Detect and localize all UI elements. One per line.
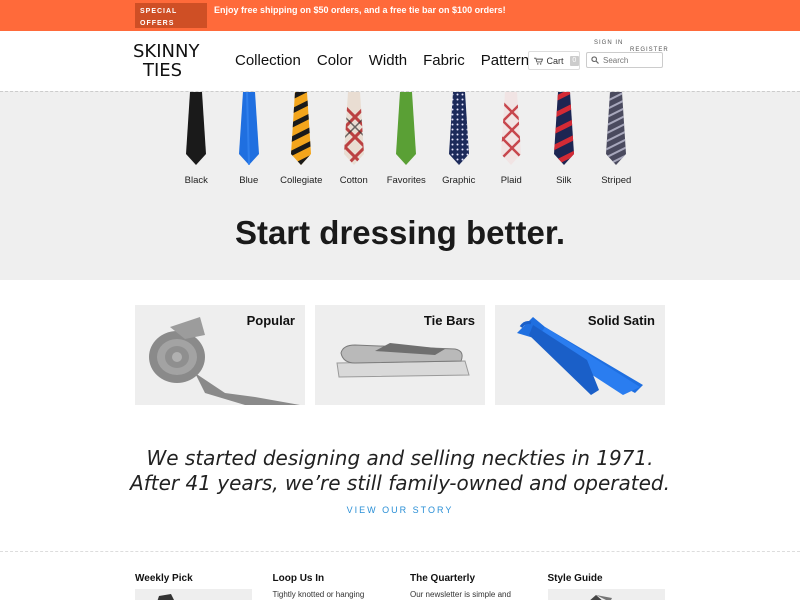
tie-black-icon	[186, 92, 207, 165]
tie-category-black[interactable]: Black	[170, 92, 223, 186]
col-title-style-guide: Style Guide	[547, 573, 603, 584]
tie-label-collegiate: Collegiate	[280, 175, 323, 186]
tie-blue-icon	[238, 92, 259, 166]
story-line-1: We started designing and selling necktie…	[146, 446, 654, 470]
tie-category-favorites[interactable]: Favorites	[380, 92, 433, 186]
tile-solid-satin[interactable]: Solid Satin	[495, 305, 665, 405]
tie-graphic-icon	[448, 92, 469, 165]
special-offers-badge[interactable]: SPECIAL OFFERS	[135, 3, 207, 28]
col-title-weekly-pick: Weekly Pick	[135, 573, 193, 584]
nav-pattern[interactable]: Pattern	[481, 52, 529, 69]
tie-label-striped: Striped	[601, 175, 632, 186]
tie-category-striped[interactable]: Striped	[590, 92, 643, 186]
sign-in-link[interactable]: SIGN In	[594, 40, 623, 46]
tile-tie-bars[interactable]: Tie Bars	[315, 305, 485, 405]
hero-banner: Black Blue Collegiate Cotton Favorites G…	[0, 91, 800, 280]
tie-category-silk[interactable]: Silk	[538, 92, 591, 186]
story-section: We started designing and selling necktie…	[0, 446, 800, 518]
search-icon	[591, 56, 599, 64]
tie-collegiate-icon	[291, 92, 312, 165]
cart-label: Cart	[546, 55, 564, 66]
tie-label-silk: Silk	[556, 175, 572, 186]
nav-width[interactable]: Width	[369, 52, 407, 69]
tie-category-plaid[interactable]: Plaid	[485, 92, 538, 186]
main-nav: Collection Color Width Fabric Pattern	[235, 52, 529, 69]
col-loop-us-in: Loop Us In Tightly knotted or hanging	[273, 573, 411, 600]
tie-category-cotton[interactable]: Cotton	[328, 92, 381, 186]
footer-columns: Weekly Pick Loop Us In Tightly knotted o…	[135, 573, 685, 600]
story-line-2: After 41 years, we’re still family-owned…	[130, 471, 670, 495]
cart-button[interactable]: Cart 0	[528, 51, 580, 70]
style-guide-image[interactable]	[547, 589, 665, 600]
tie-cotton-icon	[343, 92, 364, 165]
tie-label-cotton: Cotton	[339, 175, 368, 186]
nav-fabric[interactable]: Fabric	[423, 52, 465, 69]
nav-collection[interactable]: Collection	[235, 52, 301, 69]
promo-bar: SPECIAL OFFERS Enjoy free shipping on $5…	[0, 0, 800, 31]
tie-striped-icon	[606, 92, 627, 165]
tie-plaid-icon	[501, 92, 522, 165]
tie-category-blue[interactable]: Blue	[223, 92, 276, 186]
section-divider	[0, 551, 800, 552]
logo-top-text: SKINNY	[133, 41, 200, 62]
tie-category-graphic[interactable]: Graphic	[433, 92, 486, 186]
tie-label-black: Black	[184, 175, 208, 186]
tie-favorites-icon	[396, 92, 417, 165]
nav-color[interactable]: Color	[317, 52, 353, 69]
promo-text: Enjoy free shipping on $50 orders, and a…	[214, 5, 506, 15]
col-text-the-quarterly: Our newsletter is simple and	[410, 590, 511, 599]
category-tiles: Popular Tie Bars Solid Satin	[135, 305, 665, 405]
tie-label-favorites: Favorites	[386, 175, 426, 186]
weekly-pick-image[interactable]	[135, 589, 252, 600]
tie-label-plaid: Plaid	[500, 175, 522, 186]
cart-icon	[534, 57, 543, 65]
col-weekly-pick: Weekly Pick	[135, 573, 273, 600]
hero-title: Start dressing better.	[234, 214, 566, 251]
col-title-the-quarterly: The Quarterly	[410, 573, 476, 584]
logo-bottom-text: TIES	[143, 60, 183, 81]
search-box[interactable]	[586, 52, 663, 68]
tie-label-graphic: Graphic	[442, 175, 476, 186]
cart-count: 0	[569, 55, 579, 66]
col-title-loop-us-in: Loop Us In	[272, 573, 325, 584]
tie-label-blue: Blue	[239, 175, 259, 186]
col-text-loop-us-in: Tightly knotted or hanging	[272, 590, 365, 599]
tie-category-row: Black Blue Collegiate Cotton Favorites G…	[170, 92, 643, 186]
tile-label-solid-satin: Solid Satin	[587, 313, 655, 328]
tile-label-tie-bars: Tie Bars	[423, 313, 475, 328]
view-our-story-link[interactable]: VIEW OUR STORY	[347, 505, 454, 515]
tile-popular[interactable]: Popular	[135, 305, 305, 405]
tile-label-popular: Popular	[246, 313, 295, 328]
site-header: SKINNY TIES Collection Color Width Fabri…	[0, 31, 800, 91]
col-style-guide: Style Guide	[547, 573, 686, 600]
logo[interactable]: SKINNY TIES	[133, 41, 203, 81]
tie-category-collegiate[interactable]: Collegiate	[275, 92, 328, 186]
tie-silk-icon	[553, 92, 574, 165]
search-input[interactable]	[603, 55, 661, 65]
col-the-quarterly: The Quarterly Our newsletter is simple a…	[410, 573, 548, 600]
